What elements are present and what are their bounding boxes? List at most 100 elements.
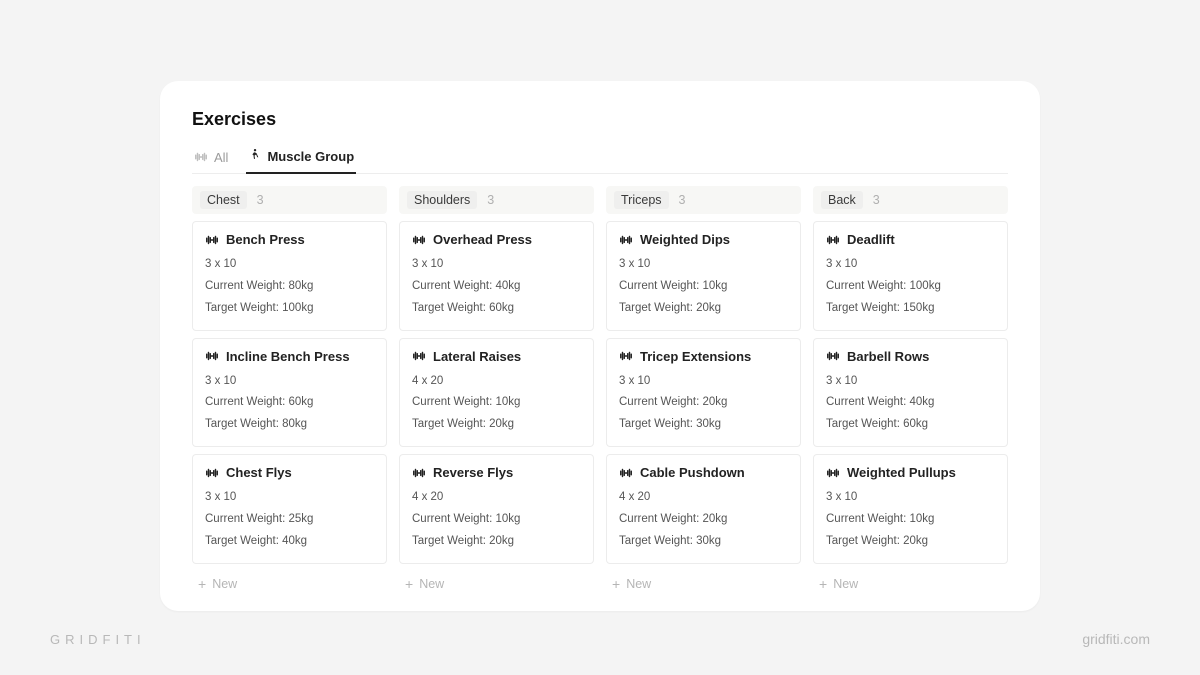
card-header: Weighted Dips (619, 232, 788, 247)
dumbbell-icon (205, 349, 219, 363)
dumbbell-icon (619, 466, 633, 480)
card-header: Deadlift (826, 232, 995, 247)
card-header: Overhead Press (412, 232, 581, 247)
current-weight: Current Weight: 10kg (619, 276, 788, 298)
column-header[interactable]: Back3 (813, 186, 1008, 214)
card-header: Reverse Flys (412, 465, 581, 480)
tab-label: Muscle Group (267, 149, 354, 164)
exercise-card[interactable]: Chest Flys 3 x 10Current Weight: 25kgTarg… (192, 454, 387, 564)
exercise-card[interactable]: Incline Bench Press3 x 10Current Weight:… (192, 338, 387, 448)
plus-icon: + (819, 577, 827, 591)
sets-reps: 3 x 10 (205, 371, 374, 393)
dumbbell-icon (826, 349, 840, 363)
exercise-card[interactable]: Cable Pushdown4 x 20Current Weight: 20kg… (606, 454, 801, 564)
current-weight: Current Weight: 100kg (826, 276, 995, 298)
sets-reps: 3 x 10 (619, 254, 788, 276)
card-header: Tricep Extensions (619, 349, 788, 364)
tab-all[interactable]: All (192, 144, 230, 174)
watermark-brand: GRIDFITI (50, 632, 146, 647)
exercise-card[interactable]: Lateral Raises4 x 20Current Weight: 10kg… (399, 338, 594, 448)
sets-reps: 3 x 10 (205, 254, 374, 276)
dumbbell-icon (205, 466, 219, 480)
tab-label: All (214, 150, 228, 165)
column-header[interactable]: Shoulders 3 (399, 186, 594, 214)
sets-reps: 3 x 10 (826, 371, 995, 393)
sets-reps: 3 x 10 (619, 371, 788, 393)
column-name: Chest (200, 191, 247, 209)
column-count: 3 (257, 193, 264, 207)
dumbbell-icon (205, 233, 219, 247)
sets-reps: 3 x 10 (205, 487, 374, 509)
exercise-name: Cable Pushdown (640, 465, 745, 480)
plus-icon: + (198, 577, 206, 591)
sets-reps: 3 x 10 (826, 254, 995, 276)
exercise-card[interactable]: Reverse Flys4 x 20Current Weight: 10kgTa… (399, 454, 594, 564)
exercise-card[interactable]: Overhead Press 3 x 10Current Weight: 40kg… (399, 221, 594, 331)
exercise-name: Chest Flys (226, 465, 292, 480)
current-weight: Current Weight: 20kg (619, 509, 788, 531)
add-new-button[interactable]: + New (192, 571, 387, 593)
sets-reps: 4 x 20 (412, 371, 581, 393)
exercise-card[interactable]: Barbell Rows3 x 10Current Weight: 40kgTa… (813, 338, 1008, 448)
exercise-card[interactable]: Bench Press 3 x 10Current Weight: 80kgTar… (192, 221, 387, 331)
dumbbell-icon (412, 233, 426, 247)
current-weight: Current Weight: 25kg (205, 509, 374, 531)
exercise-card[interactable]: Tricep Extensions 3 x 10Current Weight: 2… (606, 338, 801, 448)
exercise-name: Barbell Rows (847, 349, 929, 364)
tab-muscle-group[interactable]: Muscle Group (246, 144, 356, 174)
exercise-name: Weighted Dips (640, 232, 730, 247)
card-header: Cable Pushdown (619, 465, 788, 480)
person-walking-icon (248, 148, 261, 164)
plus-icon: + (612, 577, 620, 591)
column-header[interactable]: Triceps 3 (606, 186, 801, 214)
page-title: Exercises (192, 109, 1008, 130)
sets-reps: 3 x 10 (412, 254, 581, 276)
column-name: Shoulders (407, 191, 477, 209)
tabs: All Muscle Group (192, 144, 1008, 174)
exercise-name: Overhead Press (433, 232, 532, 247)
board-column: Chest3Bench Press3 x 10Current Weight: 8… (192, 186, 387, 593)
current-weight: Current Weight: 80kg (205, 276, 374, 298)
exercise-card[interactable]: Weighted Pullups 3 x 10Current Weight: 10… (813, 454, 1008, 564)
add-new-button[interactable]: +New (606, 571, 801, 593)
exercise-name: Weighted Pullups (847, 465, 956, 480)
new-label: New (212, 577, 237, 591)
column-name: Triceps (614, 191, 669, 209)
card-header: Barbell Rows (826, 349, 995, 364)
dumbbell-icon (412, 466, 426, 480)
column-name: Back (821, 191, 863, 209)
current-weight: Current Weight: 40kg (412, 276, 581, 298)
sets-reps: 4 x 20 (412, 487, 581, 509)
column-count: 3 (679, 193, 686, 207)
exercise-name: Incline Bench Press (226, 349, 350, 364)
sets-reps: 3 x 10 (826, 487, 995, 509)
card-header: Chest Flys (205, 465, 374, 480)
card-header: Lateral Raises (412, 349, 581, 364)
target-weight: Target Weight: 60kg (826, 414, 995, 436)
new-label: New (419, 577, 444, 591)
target-weight: Target Weight: 60kg (412, 298, 581, 320)
add-new-button[interactable]: + New (813, 571, 1008, 593)
current-weight: Current Weight: 10kg (826, 509, 995, 531)
exercise-card[interactable]: Deadlift3 x 10Current Weight: 100kgTarge… (813, 221, 1008, 331)
new-label: New (833, 577, 858, 591)
board-column: Back3Deadlift3 x 10Current Weight: 100kg… (813, 186, 1008, 593)
exercise-card[interactable]: Weighted Dips3 x 10Current Weight: 10kgT… (606, 221, 801, 331)
current-weight: Current Weight: 20kg (619, 392, 788, 414)
exercise-name: Tricep Extensions (640, 349, 751, 364)
dumbbell-icon (826, 466, 840, 480)
card-header: Bench Press (205, 232, 374, 247)
dumbbell-icon (619, 233, 633, 247)
kanban-board: Chest3Bench Press3 x 10Current Weight: 8… (192, 186, 1008, 593)
dumbbell-icon (194, 150, 208, 164)
column-header[interactable]: Chest 3 (192, 186, 387, 214)
target-weight: Target Weight: 100kg (205, 298, 374, 320)
exercises-panel: Exercises All Muscle Group Chest 3 Bench P… (160, 81, 1040, 611)
target-weight: Target Weight: 20kg (412, 531, 581, 553)
add-new-button[interactable]: +New (399, 571, 594, 593)
target-weight: Target Weight: 40kg (205, 531, 374, 553)
column-count: 3 (487, 193, 494, 207)
exercise-name: Deadlift (847, 232, 895, 247)
exercise-name: Lateral Raises (433, 349, 521, 364)
exercise-name: Reverse Flys (433, 465, 513, 480)
